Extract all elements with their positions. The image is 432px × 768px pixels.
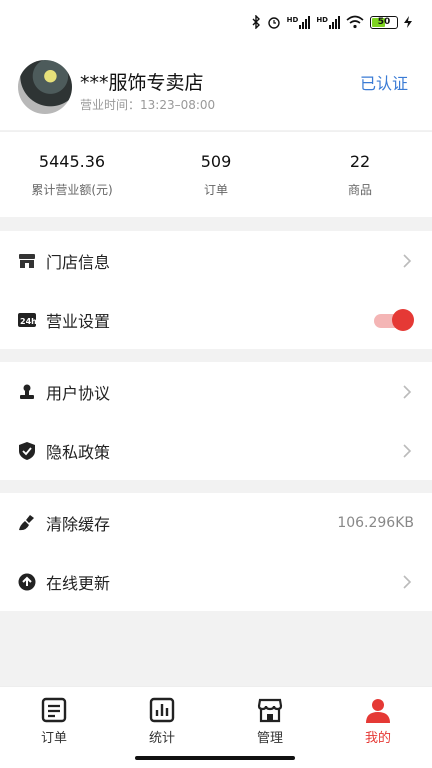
- charging-icon: [404, 16, 412, 28]
- chevron-right-icon: [403, 253, 412, 268]
- stat-value: 22: [349, 152, 371, 171]
- app-card: 清除缓存 106.296KB 在线更新: [0, 493, 432, 611]
- menu-online-update[interactable]: 在线更新: [0, 552, 432, 611]
- status-icons: HD HD 50: [251, 15, 412, 29]
- menu-store-info[interactable]: 门店信息: [0, 231, 432, 290]
- hd-label: HD: [286, 15, 299, 24]
- home-indicator[interactable]: [135, 756, 295, 760]
- shield-icon: [18, 441, 36, 460]
- tab-orders[interactable]: 订单: [0, 687, 108, 768]
- profile-icon: [366, 699, 390, 723]
- menu-label: 在线更新: [46, 573, 111, 593]
- verified-badge[interactable]: 已认证: [360, 70, 408, 94]
- stat-revenue[interactable]: 5445.36 累计营业额(元): [0, 132, 144, 217]
- tab-label: 管理: [256, 731, 283, 746]
- stat-orders[interactable]: 509 订单: [144, 132, 288, 217]
- store-icon: [18, 252, 36, 270]
- chevron-right-icon: [403, 574, 412, 589]
- alarm-icon: [267, 17, 280, 29]
- store-avatar[interactable]: [18, 60, 72, 114]
- stat-label: 订单: [203, 183, 228, 197]
- business-toggle[interactable]: [374, 308, 414, 331]
- battery-level: 50: [377, 17, 391, 27]
- stat-value: 5445.36: [38, 152, 106, 171]
- 24h-icon: 24h: [18, 311, 36, 329]
- menu-clear-cache[interactable]: 清除缓存 106.296KB: [0, 493, 432, 552]
- menu-label: 营业设置: [46, 311, 111, 331]
- menu-label: 用户协议: [46, 383, 111, 403]
- tab-label: 我的: [364, 731, 391, 746]
- menu-label: 门店信息: [46, 252, 111, 272]
- chevron-right-icon: [403, 384, 412, 399]
- signal-hd-icon: HD: [286, 15, 311, 29]
- chevron-right-icon: [403, 443, 412, 458]
- tab-profile[interactable]: 我的: [324, 687, 432, 768]
- store-name: ***服饰专卖店: [80, 72, 204, 94]
- wifi-icon: [346, 15, 364, 29]
- status-bar: HD HD 50: [0, 0, 432, 48]
- stat-value: 509: [200, 152, 232, 171]
- menu-privacy-policy[interactable]: 隐私政策: [0, 421, 432, 480]
- store-manage-icon: [257, 698, 283, 723]
- stat-label: 商品: [347, 183, 372, 197]
- battery-icon: 50: [370, 15, 398, 29]
- business-hours: 营业时间：13:23–08:00: [80, 98, 216, 112]
- broom-icon: [18, 514, 36, 532]
- policy-card: 用户协议 隐私政策: [0, 362, 432, 480]
- stats-panel: 5445.36 累计营业额(元) 509 订单 22 商品: [0, 131, 432, 217]
- cache-size: 106.296KB: [337, 514, 414, 531]
- order-icon: [41, 697, 67, 723]
- signal-hd-icon: HD: [316, 15, 340, 29]
- tab-label: 订单: [40, 731, 67, 746]
- user-stamp-icon: [18, 383, 36, 401]
- hd-label: HD: [316, 15, 328, 24]
- menu-business-settings[interactable]: 24h 营业设置: [0, 290, 432, 349]
- bluetooth-icon: [252, 15, 260, 29]
- menu-user-agreement[interactable]: 用户协议: [0, 362, 432, 421]
- store-settings-card: 门店信息 24h 营业设置: [0, 231, 432, 349]
- stat-products[interactable]: 22 商品: [288, 132, 432, 217]
- stats-icon: [149, 697, 175, 723]
- upload-circle-icon: [18, 573, 36, 591]
- tab-label: 统计: [148, 731, 175, 746]
- stat-label: 累计营业额(元): [31, 183, 113, 197]
- store-header: ***服饰专卖店 营业时间：13:23–08:00 已认证: [0, 48, 432, 130]
- menu-label: 清除缓存: [46, 514, 111, 534]
- menu-label: 隐私政策: [46, 442, 111, 462]
- svg-text:24h: 24h: [20, 317, 36, 326]
